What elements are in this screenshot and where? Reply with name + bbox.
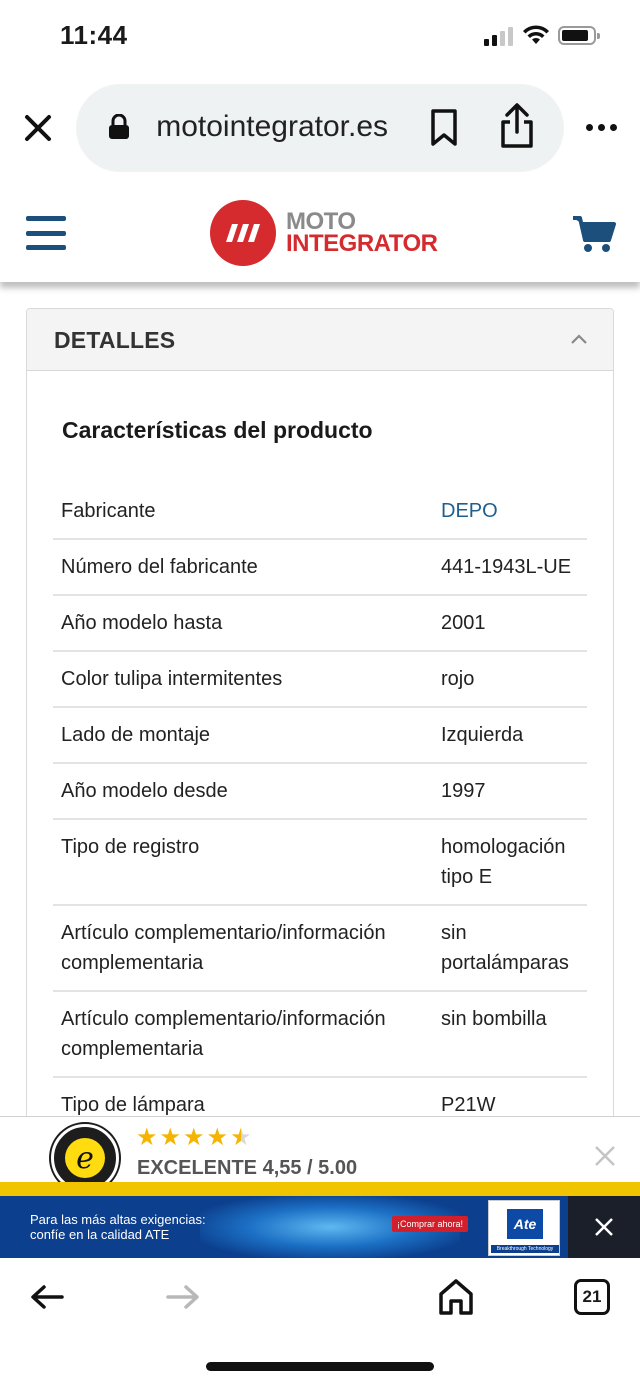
table-row: Año modelo hasta 2001: [53, 596, 587, 652]
table-row: Artículo complementario/información comp…: [53, 906, 587, 992]
site-header: MOTO INTEGRATOR: [0, 186, 640, 282]
ad-text: Para las más altas exigencias: confíe en…: [30, 1212, 206, 1242]
rating-stars: ★ ★ ★ ★ ★: [136, 1126, 252, 1150]
close-icon[interactable]: [594, 1145, 616, 1167]
cart-icon[interactable]: [572, 214, 616, 254]
star-icon: ★: [206, 1124, 229, 1151]
spec-label: Número del fabricante: [61, 556, 258, 578]
forward-arrow-icon[interactable]: [166, 1284, 200, 1310]
close-icon: [595, 1218, 613, 1236]
manufacturer-link[interactable]: DEPO: [441, 496, 587, 526]
tabs-button[interactable]: 21: [574, 1279, 610, 1315]
spec-value: 1997: [441, 780, 486, 802]
lock-icon: [109, 114, 129, 139]
spec-label: Lado de montaje: [61, 724, 211, 746]
spec-table: Fabricante DEPO Número del fabricante 441-1…: [53, 484, 587, 1127]
browser-toolbar: 21: [0, 1258, 640, 1385]
spec-label: Año modelo hasta: [61, 612, 223, 634]
spec-value: homologación tipo E: [441, 836, 566, 888]
battery-icon: [558, 26, 600, 45]
back-arrow-icon[interactable]: [30, 1284, 64, 1310]
menu-icon[interactable]: [26, 216, 66, 250]
details-panel: DETALLES Características del producto Fa…: [26, 308, 614, 1128]
table-row: Tipo de registro homologación tipo E: [53, 820, 587, 906]
spec-label: Fabricante: [61, 500, 156, 522]
ad-close-button[interactable]: [568, 1196, 640, 1258]
star-icon: ★: [183, 1124, 205, 1151]
details-accordion-header[interactable]: DETALLES: [27, 309, 613, 371]
chevron-up-icon[interactable]: [570, 333, 588, 345]
cellular-signal-icon: [484, 26, 513, 46]
spec-label: Artículo complementario/información comp…: [61, 1008, 386, 1060]
rating-text: EXCELENTE 4,55 / 5.00: [137, 1157, 358, 1179]
star-icon: ★: [136, 1124, 158, 1151]
section-title: Características del producto: [62, 417, 373, 443]
ate-logo: Ate Breakthrough Technology: [488, 1200, 560, 1256]
url-field[interactable]: motointegrator.es: [76, 84, 564, 172]
table-row: Artículo complementario/información comp…: [53, 992, 587, 1078]
spec-value: sin bombilla: [441, 1008, 547, 1030]
table-row: Fabricante DEPO: [53, 484, 587, 540]
status-bar: 11:44: [0, 0, 640, 70]
site-logo[interactable]: MOTO INTEGRATOR: [210, 200, 438, 266]
bookmark-icon[interactable]: [428, 108, 460, 148]
spec-value: rojo: [441, 668, 475, 690]
spec-value: sin portalámparas: [441, 922, 569, 974]
spec-label: Color tulipa intermitentes: [61, 668, 283, 690]
spec-value: 441-1943L-UE: [441, 556, 572, 578]
divider-strip: [0, 1182, 640, 1196]
logo-mark-icon: [210, 200, 276, 266]
ad-cta-button[interactable]: ¡Comprar ahora!: [392, 1216, 468, 1232]
table-row: Número del fabricante 441-1943L-UE: [53, 540, 587, 596]
star-icon: ★: [159, 1124, 182, 1151]
spec-label: Artículo complementario/información comp…: [61, 922, 386, 974]
logo-text-bottom: INTEGRATOR: [286, 230, 438, 257]
table-row: Color tulipa intermitentes rojo: [53, 652, 587, 708]
ad-banner[interactable]: Para las más altas exigencias: confíe en…: [0, 1196, 640, 1258]
browser-address-bar: motointegrator.es: [0, 84, 640, 172]
url-text: motointegrator.es: [158, 110, 388, 143]
details-title: DETALLES: [54, 327, 176, 353]
share-icon[interactable]: [498, 102, 536, 150]
status-time: 11:44: [60, 20, 128, 50]
close-icon[interactable]: [22, 112, 54, 144]
spec-label: Año modelo desde: [61, 780, 228, 802]
spec-value: 2001: [441, 612, 486, 634]
spec-value: Izquierda: [441, 724, 524, 746]
table-row: Año modelo desde 1997: [53, 764, 587, 820]
table-row: Lado de montaje Izquierda: [53, 708, 587, 764]
trusted-shops-bar[interactable]: e ★ ★ ★ ★ ★ EXCELENTE 4,55 / 5.00: [0, 1116, 640, 1192]
home-indicator: [206, 1362, 434, 1371]
more-options-icon[interactable]: [586, 124, 617, 131]
half-star-icon: ★: [230, 1124, 252, 1151]
home-icon[interactable]: [438, 1278, 474, 1316]
spec-label: Tipo de registro: [61, 836, 200, 858]
wifi-icon: [523, 25, 549, 44]
